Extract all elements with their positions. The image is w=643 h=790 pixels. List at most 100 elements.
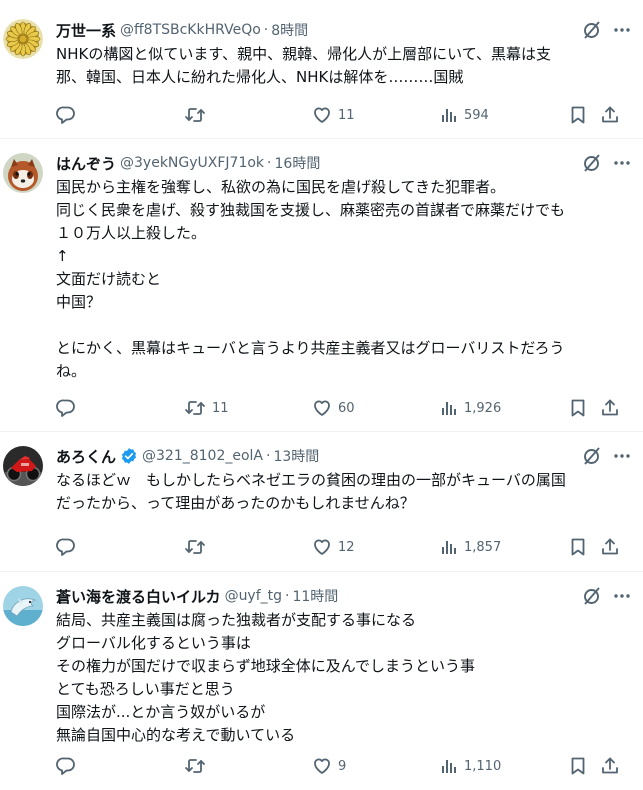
like-button[interactable]: 12 [312,536,355,558]
grok-icon[interactable] [581,585,603,607]
tweet-text: 国民から主権を強奪し、私欲の為に国民を虐げ殺してきた犯罪者。 同じく民衆を虐げ、… [56,176,635,383]
verified-badge-icon [120,447,138,465]
retweet-button[interactable] [184,536,212,558]
tweet-text-line: 無論自国中心的な考えで動いている [56,726,296,744]
tweet-actions: 11 594 [56,104,634,126]
heart-icon [312,756,332,776]
views-button[interactable]: 1,110 [440,755,501,777]
tweet[interactable]: あろくん @321_8102_eolA · 13時間 なるほどｗ もしかしたらベ… [0,432,643,572]
bookmark-button[interactable] [569,104,587,126]
tweet[interactable]: 万世一系 @ff8TSBcKkHRVeQo · 8時間 NHKの構図と似ています… [0,0,643,139]
tweet-text-line: とにかく、黒幕はキューバと言うより共産主義者又はグローバリストだろう [56,339,565,357]
reply-icon [56,105,76,125]
share-icon [600,105,620,125]
author-name[interactable]: はんぞう [56,153,116,174]
timestamp[interactable]: 16時間 [275,153,321,173]
more-options-icon[interactable] [611,152,633,174]
tweet[interactable]: はんぞう @3yekNGyUXFJ71ok · 16時間 国民から主権を強奪し、… [0,139,643,432]
reply-button[interactable] [56,397,82,419]
author-handle[interactable]: @uyf_tg [225,588,282,604]
like-button[interactable]: 11 [312,104,355,126]
share-icon [600,398,620,418]
bookmark-icon [569,756,587,776]
grok-icon[interactable] [581,152,603,174]
views-button[interactable]: 1,926 [440,397,501,419]
separator-dot: · [266,448,271,464]
view-count: 1,110 [464,758,502,774]
reply-button[interactable] [56,755,82,777]
tweet-text-line: 同じく民衆を虐げ、殺す独裁国を支援し、麻薬密売の首謀者で麻薬だけでも [56,201,565,219]
tweet-text: 結局、共産主義国は腐った独裁者が支配する事になる グローバル化するという事は そ… [56,609,635,747]
tweet-text: なるほどｗ もしかしたらベネゼエラの貧困の理由の一部がキューバの属国 だったから… [56,469,635,515]
separator-dot: · [267,155,272,171]
like-count: 9 [338,758,347,774]
like-button[interactable]: 60 [312,397,355,419]
retweet-count: 11 [212,400,229,416]
tweet-text-line: なるほどｗ もしかしたらベネゼエラの貧困の理由の一部がキューバの属国 [56,471,566,489]
timestamp[interactable]: 13時間 [273,446,319,466]
author-handle[interactable]: @ff8TSBcKkHRVeQo [120,22,261,38]
more-options-icon[interactable] [611,445,633,467]
retweet-button[interactable] [184,104,212,126]
views-button[interactable]: 594 [440,104,489,126]
share-button[interactable] [600,536,620,558]
reply-icon [56,756,76,776]
tweet-actions: 12 1,857 [56,536,634,558]
separator-dot: · [263,22,269,38]
bookmark-button[interactable] [569,397,587,419]
tweet-text-line: 結局、共産主義国は腐った独裁者が支配する事になる [56,611,417,629]
share-button[interactable] [600,104,620,126]
tweet-text: NHKの構図と似ています、親中、親韓、帰化人が上層部にいて、黒幕は支 那、韓国、… [56,43,635,89]
chrysanthemum-seal-icon[interactable] [3,19,43,59]
red-motorcycle-avatar-icon[interactable] [3,446,43,486]
view-count: 1,857 [464,539,502,555]
retweet-button[interactable] [184,755,212,777]
views-button[interactable]: 1,857 [440,536,501,558]
tweet-text-line [56,314,635,337]
tweet-text-line: 国民から主権を強奪し、私欲の為に国民を虐げ殺してきた犯罪者。 [56,178,506,196]
share-button[interactable] [600,755,620,777]
like-button[interactable]: 9 [312,755,346,777]
retweet-icon [184,105,206,125]
heart-icon [312,398,332,418]
bookmark-button[interactable] [569,536,587,558]
timestamp[interactable]: 8時間 [271,20,308,40]
author-handle[interactable]: @3yekNGyUXFJ71ok [120,155,264,171]
retweet-icon [184,537,206,557]
reply-button[interactable] [56,536,82,558]
bookmark-icon [569,398,587,418]
bookmark-button[interactable] [569,755,587,777]
reply-icon [56,537,76,557]
like-count: 12 [338,539,355,555]
timestamp[interactable]: 11時間 [292,586,338,606]
tweet-text-line: ↑ [56,247,69,265]
tweet-header: はんぞう @3yekNGyUXFJ71ok · 16時間 [56,151,593,175]
retweet-button[interactable]: 11 [184,397,229,419]
share-icon [600,537,620,557]
heart-icon [312,537,332,557]
author-handle[interactable]: @321_8102_eolA [142,448,263,464]
reply-icon [56,398,76,418]
view-count: 594 [464,107,489,123]
views-chart-icon [440,399,458,417]
more-options-icon[interactable] [611,19,633,41]
more-options-icon[interactable] [611,585,633,607]
tweet-header: 蒼い海を渡る白いイルカ @uyf_tg · 11時間 [56,584,593,608]
grok-icon[interactable] [581,19,603,41]
heart-icon [312,105,332,125]
share-button[interactable] [600,397,620,419]
tweet-text-line: グローバル化するという事は [56,634,251,652]
tweet-text-line: だったから、って理由があったのかもしれませんね？ [56,494,415,512]
author-name[interactable]: 万世一系 [56,20,116,41]
dolphin-avatar-icon[interactable] [3,586,43,626]
tweet-actions: 9 1,110 [56,755,634,777]
tweet-header: あろくん @321_8102_eolA · 13時間 [56,444,593,468]
red-panda-avatar-icon[interactable] [3,153,43,193]
author-name[interactable]: あろくん [56,446,116,467]
tweet-text-line: 那、韓国、日本人に紛れた帰化人、NHKは解体を………国賊 [56,68,464,86]
views-chart-icon [440,106,458,124]
grok-icon[interactable] [581,445,603,467]
author-name[interactable]: 蒼い海を渡る白いイルカ [56,586,221,607]
tweet[interactable]: 蒼い海を渡る白いイルカ @uyf_tg · 11時間 結局、共産主義国は腐った独… [0,572,643,790]
reply-button[interactable] [56,104,82,126]
